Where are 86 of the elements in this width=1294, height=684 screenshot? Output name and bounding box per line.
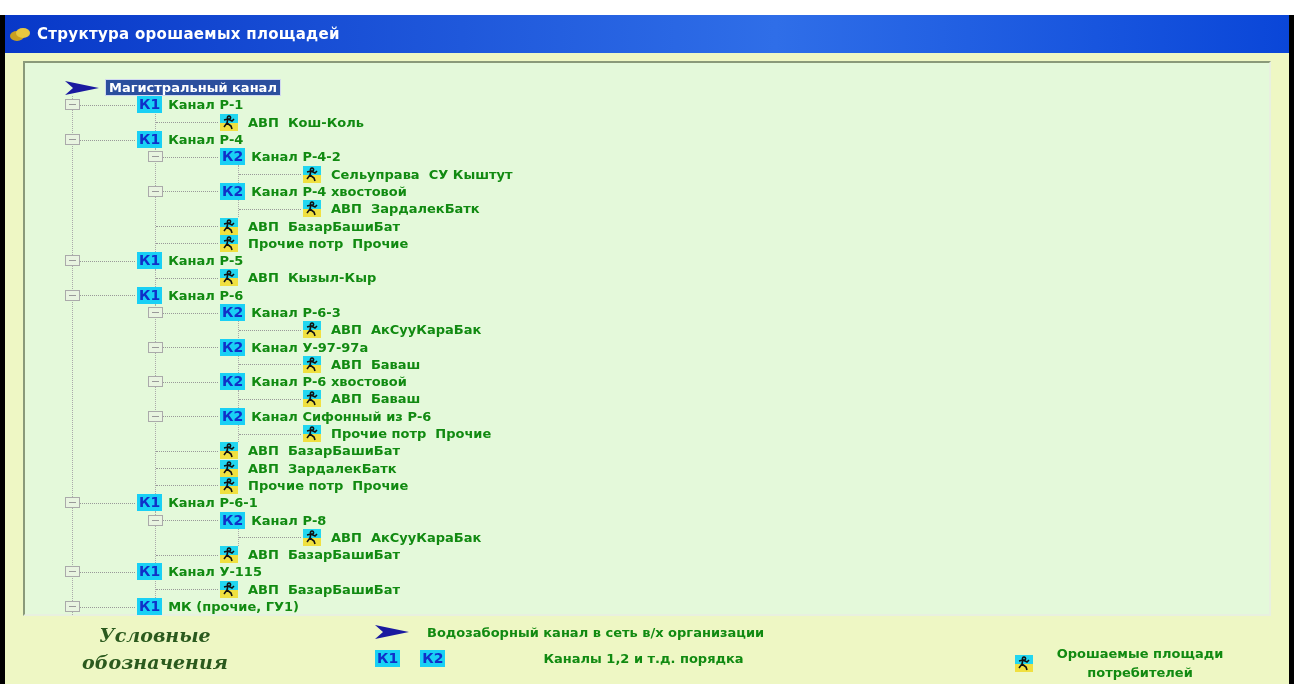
running-person-icon (303, 165, 321, 183)
tree-item[interactable]: Канал Р-6 (168, 287, 244, 303)
channel-level-badge: К1 (137, 96, 163, 114)
running-person-icon (220, 269, 238, 287)
tree-item[interactable]: Канал У-97-97а (251, 339, 369, 355)
tree-item[interactable]: АВП БазарБашиБат (248, 547, 401, 563)
channel-level-badge: К1 (137, 286, 163, 304)
tree-item[interactable]: Канал Р-4-2 (251, 149, 341, 165)
channel-level-badge: К1 (137, 598, 163, 616)
running-person-icon (220, 580, 238, 598)
tree-item[interactable]: Канал Р-6 хвостовой (251, 374, 407, 390)
tree-item[interactable]: Канал Р-8 (251, 512, 327, 528)
tree-item[interactable]: Канал Сифонный из Р-6 (251, 408, 432, 424)
tree-item[interactable]: Канал Р-6-1 (168, 495, 258, 511)
tree-item[interactable]: АВП БазарБашиБат (248, 218, 401, 234)
running-person-icon (220, 217, 238, 235)
running-person-icon (220, 234, 238, 252)
legend-text: Орошаемые площади потребителей (1055, 645, 1225, 682)
tree-item[interactable]: АВП АкСууКараБак (331, 322, 482, 338)
arrow-icon (65, 79, 99, 96)
collapse-toggle[interactable] (148, 514, 163, 526)
running-person-icon (220, 442, 238, 460)
channel-level-badge: К2 (420, 650, 446, 667)
tree-item[interactable]: АВП БазарБашиБат (248, 443, 401, 459)
collapse-toggle[interactable] (65, 99, 80, 111)
tree-item[interactable]: АВП АкСууКараБак (331, 529, 482, 545)
tree-item[interactable]: АВП Кызыл-Кыр (248, 270, 377, 286)
legend-title: Условные обозначения (81, 623, 229, 675)
collapse-toggle[interactable] (65, 255, 80, 267)
collapse-toggle[interactable] (148, 185, 163, 197)
tree-item[interactable]: Сельуправа СУ Кыштут (331, 166, 513, 182)
channel-level-badge: К1 (137, 131, 163, 149)
channel-level-badge: К1 (375, 650, 401, 667)
running-person-icon (303, 355, 321, 373)
running-person-icon (220, 113, 238, 131)
collapse-toggle[interactable] (65, 289, 80, 301)
running-person-icon (220, 476, 238, 494)
running-person-icon (1015, 654, 1033, 672)
legend-text: Водозаборный канал в сеть в/х организации (427, 624, 765, 640)
channel-level-badge: К2 (220, 304, 246, 321)
running-person-icon (303, 390, 321, 408)
channel-level-badge: К2 (220, 407, 246, 425)
channel-level-badge: К2 (220, 148, 246, 166)
tree-root-item[interactable]: Магистральный канал (105, 79, 281, 97)
running-person-icon (220, 459, 238, 477)
channel-level-badge: К2 (220, 511, 246, 529)
tree-item[interactable]: Канал Р-4 (168, 132, 244, 148)
tree-item[interactable]: АВП БазарБашиБат (248, 581, 401, 597)
collapse-toggle[interactable] (148, 376, 163, 388)
tree-item[interactable]: АВП ЗардалекБатк (331, 201, 480, 217)
collapse-toggle[interactable] (148, 307, 163, 318)
window-title: Структура орошаемых площадей (37, 25, 340, 43)
collapse-toggle[interactable] (65, 497, 80, 509)
running-person-icon (303, 425, 321, 443)
channel-level-badge: К1 (137, 252, 163, 270)
channel-level-badge: К1 (137, 563, 163, 581)
channel-level-badge: К1 (137, 494, 163, 512)
channel-level-badge: К2 (220, 338, 246, 356)
tree-item[interactable]: АВП Баваш (331, 391, 421, 407)
tree-item[interactable]: Канал Р-4 хвостовой (251, 183, 407, 199)
tree-item[interactable]: Прочие потр Прочие (248, 235, 409, 251)
tree-item[interactable]: Канал У-115 (168, 564, 262, 580)
running-person-icon (303, 200, 321, 218)
tree-item[interactable]: МК (прочие, ГУ1) (168, 599, 300, 615)
collapse-toggle[interactable] (65, 566, 80, 578)
collapse-toggle[interactable] (148, 410, 163, 422)
tree-item[interactable]: Канал Р-6-3 (251, 305, 341, 320)
running-person-icon (220, 546, 238, 564)
collapse-toggle[interactable] (65, 134, 80, 146)
collapse-toggle[interactable] (148, 151, 163, 163)
legend-text: Каналы 1,2 и т.д. порядка (543, 651, 744, 666)
channel-level-badge: К2 (220, 182, 246, 200)
tree-item[interactable]: Канал Р-5 (168, 253, 244, 269)
running-person-icon (303, 528, 321, 546)
channel-level-badge: К2 (220, 373, 246, 391)
collapse-toggle[interactable] (148, 341, 163, 353)
arrow-icon (375, 624, 409, 640)
collapse-toggle[interactable] (65, 601, 80, 613)
tree-item[interactable]: Канал Р-1 (168, 97, 244, 113)
tree-item[interactable]: АВП Баваш (331, 356, 421, 372)
tree-item[interactable]: АВП ЗардалекБатк (248, 460, 397, 476)
tree-item[interactable]: Прочие потр Прочие (248, 477, 409, 493)
running-person-icon (303, 321, 321, 339)
tree-item[interactable]: АВП Кош-Коль (248, 114, 364, 130)
coins-icon (9, 26, 31, 42)
tree-item[interactable]: Прочие потр Прочие (331, 426, 492, 442)
